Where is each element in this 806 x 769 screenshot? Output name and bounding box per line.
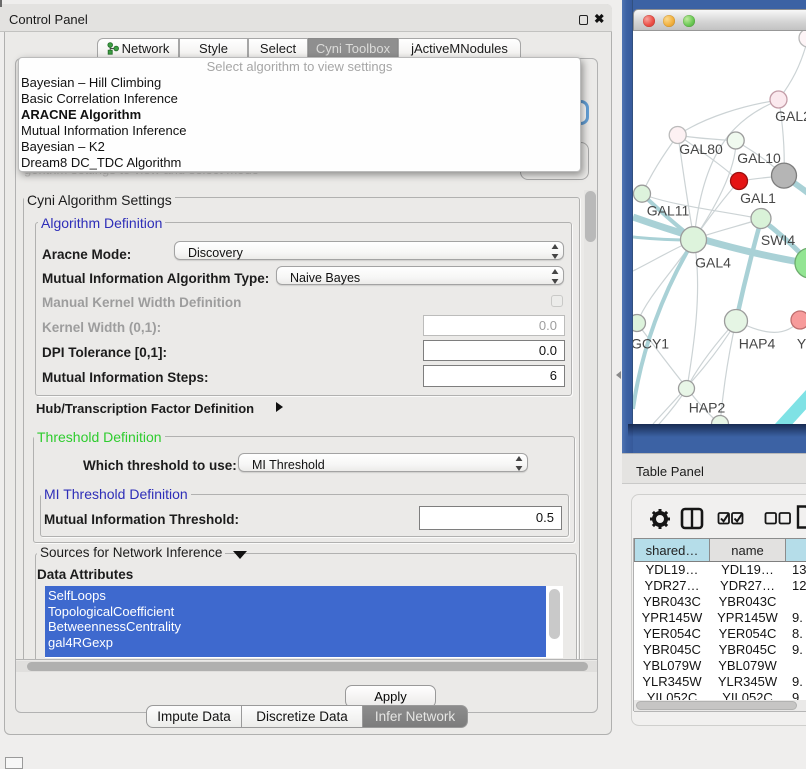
svg-text:GCY1: GCY1 xyxy=(633,336,669,352)
svg-text:GAL4: GAL4 xyxy=(695,255,731,271)
svg-text:GAL1: GAL1 xyxy=(740,190,776,206)
svg-text:HAP2: HAP2 xyxy=(689,400,726,416)
svg-text:SWI4: SWI4 xyxy=(761,232,795,248)
svg-text:HAP4: HAP4 xyxy=(739,336,776,352)
svg-text:GAL10: GAL10 xyxy=(737,150,781,166)
svg-text:GAL2: GAL2 xyxy=(775,108,806,124)
svg-text:GAL80: GAL80 xyxy=(679,141,723,157)
svg-text:YJ: YJ xyxy=(797,336,806,352)
svg-text:GAL11: GAL11 xyxy=(647,203,690,219)
